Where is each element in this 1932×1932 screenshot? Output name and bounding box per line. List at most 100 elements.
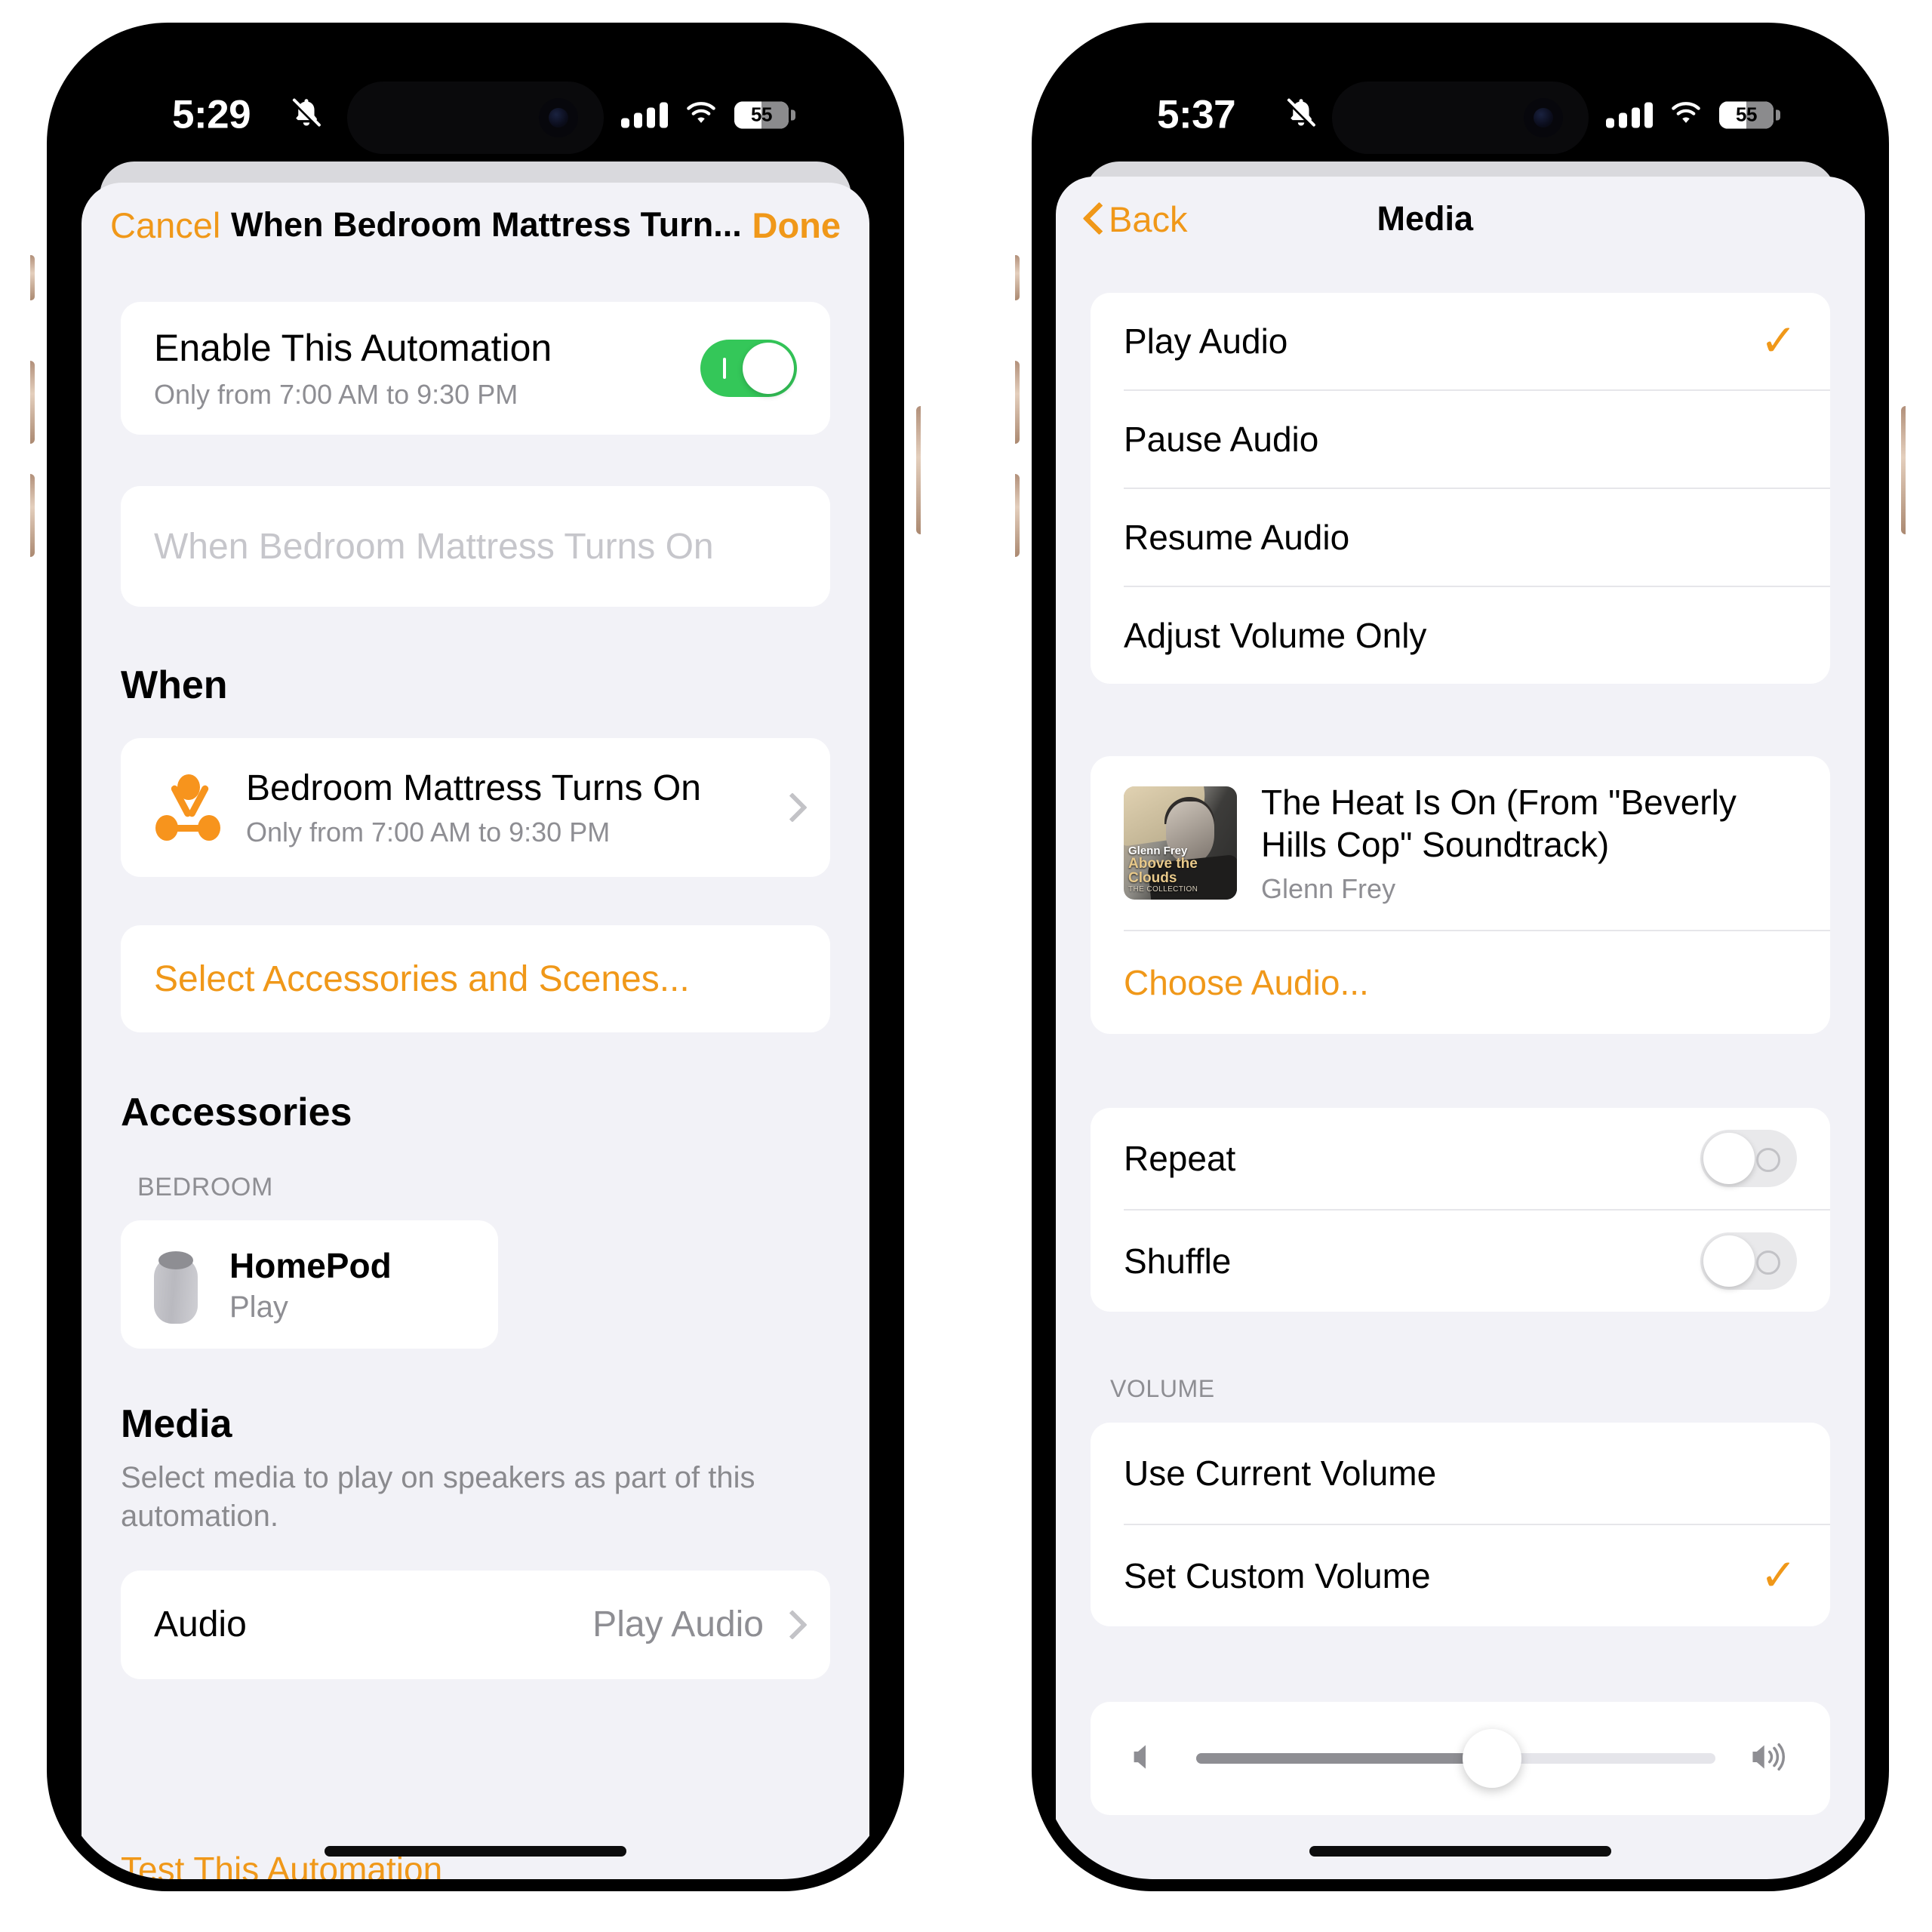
option-label: Pause Audio xyxy=(1124,420,1319,459)
list-item[interactable]: Play Audio ✓ xyxy=(1091,293,1830,389)
done-button[interactable]: Done xyxy=(752,205,841,246)
audio-row-value: Play Audio xyxy=(592,1604,764,1645)
volume-options-card[interactable]: Use Current Volume Set Custom Volume ✓ xyxy=(1091,1423,1830,1626)
automation-name-placeholder: When Bedroom Mattress Turns On xyxy=(154,526,714,567)
selected-track-card[interactable]: Glenn Frey Above the Clouds THE COLLECTI… xyxy=(1091,756,1830,1034)
cellular-icon xyxy=(621,102,668,128)
enable-automation-subtitle: Only from 7:00 AM to 9:30 PM xyxy=(154,379,518,410)
phone-right-screen: 5:37 55 Back Media Play Audio ✓ Pause Au… xyxy=(1044,35,1877,1879)
checkmark-icon: ✓ xyxy=(1760,1551,1797,1600)
phone-left-screen: 5:29 55 Cancel When Bedroom Mattress Tur… xyxy=(59,35,892,1879)
silent-switch[interactable] xyxy=(30,255,35,300)
phone-left: 5:29 55 Cancel When Bedroom Mattress Tur… xyxy=(30,6,921,1908)
playback-options-card[interactable]: Repeat Shuffle xyxy=(1091,1108,1830,1312)
back-button-label: Back xyxy=(1109,198,1188,239)
power-button[interactable] xyxy=(1901,406,1906,534)
repeat-toggle[interactable] xyxy=(1700,1130,1797,1187)
when-section-heading: When xyxy=(121,663,228,707)
volume-up-button[interactable] xyxy=(1015,361,1020,444)
speaker-low-icon xyxy=(1127,1738,1164,1780)
speaker-high-icon xyxy=(1747,1738,1794,1780)
status-bar-right: 5:37 55 xyxy=(1044,35,1877,186)
cellular-icon xyxy=(1606,102,1653,128)
enable-automation-label: Enable This Automation xyxy=(154,327,552,369)
audio-row-label: Audio xyxy=(154,1604,247,1645)
choose-audio-button[interactable]: Choose Audio... xyxy=(1091,931,1830,1034)
repeat-label: Repeat xyxy=(1124,1139,1236,1178)
status-bar-left: 5:29 55 xyxy=(59,35,892,186)
media-section-description: Select media to play on speakers as part… xyxy=(121,1461,755,1533)
media-scroll-body[interactable]: Play Audio ✓ Pause Audio Resume Audio Ad… xyxy=(1056,261,1865,1879)
enable-automation-toggle[interactable] xyxy=(700,340,797,397)
list-item[interactable]: Adjust Volume Only xyxy=(1091,587,1830,684)
volume-group-label: VOLUME xyxy=(1110,1375,1215,1402)
bell-slash-icon xyxy=(289,96,324,134)
list-item[interactable]: Shuffle xyxy=(1091,1211,1830,1312)
audio-row[interactable]: Audio Play Audio xyxy=(121,1570,830,1679)
select-accessories-label: Select Accessories and Scenes... xyxy=(154,958,690,999)
list-item[interactable]: Set Custom Volume ✓ xyxy=(1091,1525,1830,1626)
automation-name-field[interactable]: When Bedroom Mattress Turns On xyxy=(121,486,830,607)
battery-icon: 55 xyxy=(734,101,795,128)
battery-icon: 55 xyxy=(1719,101,1780,128)
automation-sheet: Cancel When Bedroom Mattress Turn... Don… xyxy=(82,183,869,1879)
volume-up-button[interactable] xyxy=(30,361,35,444)
nav-bar-right: Back Media xyxy=(1056,177,1865,261)
volume-slider[interactable] xyxy=(1091,1702,1830,1815)
checkmark-icon: ✓ xyxy=(1760,316,1797,365)
status-time: 5:29 xyxy=(172,92,251,137)
option-label: Adjust Volume Only xyxy=(1124,616,1427,655)
page-title: Media xyxy=(1377,199,1474,238)
front-camera-icon xyxy=(1524,98,1563,137)
volume-down-button[interactable] xyxy=(1015,474,1020,557)
accessory-name: HomePod xyxy=(229,1245,392,1285)
chevron-right-icon xyxy=(782,1611,797,1638)
track-artist: Glenn Frey xyxy=(1261,873,1396,905)
battery-body: 55 xyxy=(1719,101,1774,128)
silent-switch[interactable] xyxy=(1015,255,1020,300)
automation-scroll-body[interactable]: Enable This Automation Only from 7:00 AM… xyxy=(82,267,869,1879)
track-title: The Heat Is On (From "Beverly Hills Cop"… xyxy=(1261,782,1737,864)
option-label: Resume Audio xyxy=(1124,518,1350,557)
home-indicator xyxy=(325,1846,626,1857)
phone-right: 5:37 55 Back Media Play Audio ✓ Pause Au… xyxy=(1015,6,1906,1908)
bell-slash-icon xyxy=(1284,96,1318,134)
album-artwork: Glenn Frey Above the Clouds THE COLLECTI… xyxy=(1124,786,1237,900)
list-item[interactable]: Pause Audio xyxy=(1091,391,1830,488)
enable-automation-card[interactable]: Enable This Automation Only from 7:00 AM… xyxy=(121,302,830,435)
wifi-icon xyxy=(685,100,718,130)
battery-body: 55 xyxy=(734,101,789,128)
audio-mode-list[interactable]: Play Audio ✓ Pause Audio Resume Audio Ad… xyxy=(1091,293,1830,684)
automation-trigger-icon xyxy=(154,773,223,842)
trigger-row[interactable]: Bedroom Mattress Turns On Only from 7:00… xyxy=(121,738,830,877)
cancel-button[interactable]: Cancel xyxy=(110,205,220,246)
option-label: Set Custom Volume xyxy=(1124,1556,1431,1595)
select-accessories-button[interactable]: Select Accessories and Scenes... xyxy=(121,925,830,1032)
list-item[interactable]: Use Current Volume xyxy=(1091,1423,1830,1524)
dynamic-island xyxy=(1332,82,1589,154)
volume-slider-track[interactable] xyxy=(1196,1729,1715,1788)
media-section-heading: Media xyxy=(121,1402,232,1446)
choose-audio-label: Choose Audio... xyxy=(1124,963,1369,1002)
volume-down-button[interactable] xyxy=(30,474,35,557)
volume-slider-knob[interactable] xyxy=(1463,1729,1522,1788)
back-button[interactable]: Back xyxy=(1084,198,1188,240)
shuffle-toggle[interactable] xyxy=(1700,1232,1797,1290)
front-camera-icon xyxy=(539,98,578,137)
list-item[interactable]: Resume Audio xyxy=(1091,489,1830,586)
list-item[interactable]: Repeat xyxy=(1091,1108,1830,1209)
screenshot-stage: 5:29 55 Cancel When Bedroom Mattress Tur… xyxy=(0,0,1932,1932)
battery-percent: 55 xyxy=(751,103,772,126)
home-indicator xyxy=(1309,1846,1611,1857)
artwork-artist: Glenn Frey xyxy=(1128,844,1188,857)
volume-slider-card[interactable] xyxy=(1091,1702,1830,1815)
accessory-tile-homepod[interactable]: HomePod Play xyxy=(121,1220,498,1349)
status-time: 5:37 xyxy=(1157,92,1236,137)
accessories-room-label: BEDROOM xyxy=(137,1173,273,1201)
nav-bar-left: Cancel When Bedroom Mattress Turn... Don… xyxy=(82,183,869,267)
chevron-right-icon xyxy=(782,794,797,821)
trigger-title: Bedroom Mattress Turns On xyxy=(246,768,701,808)
power-button[interactable] xyxy=(916,406,921,534)
page-title: When Bedroom Mattress Turn... xyxy=(231,205,742,244)
phone-right-bezel: 5:37 55 Back Media Play Audio ✓ Pause Au… xyxy=(1032,23,1889,1891)
